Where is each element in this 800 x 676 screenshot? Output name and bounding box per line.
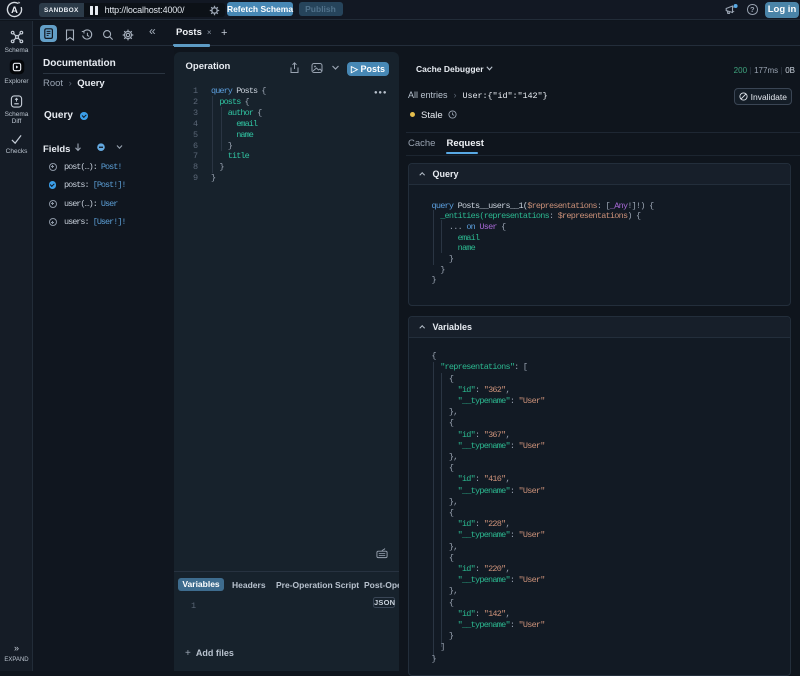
svg-text:A: A: [11, 5, 18, 15]
